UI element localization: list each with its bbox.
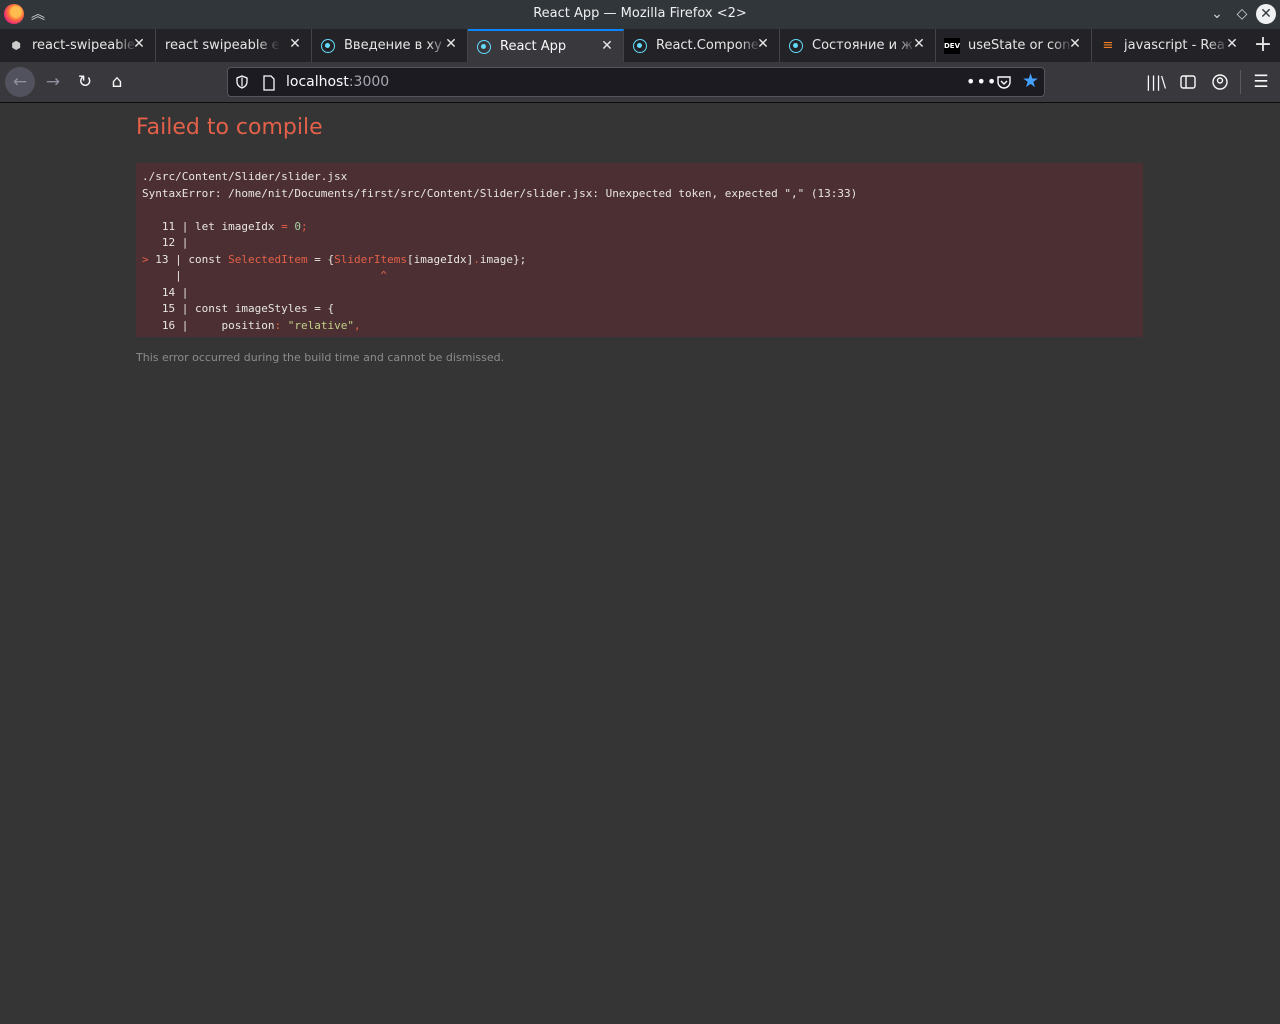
tab-label: javascript - Rea	[1124, 38, 1225, 53]
error-footnote: This error occurred during the build tim…	[136, 351, 505, 364]
arrow-left-icon: ←	[12, 72, 28, 92]
close-tab-icon[interactable]: ✕	[599, 38, 615, 54]
tab-strip: ⬢ react-swipeable ✕ react swipeable ex ✕…	[0, 29, 1280, 62]
tab-javascript[interactable]: ≡ javascript - Rea ✕	[1092, 29, 1248, 62]
account-button[interactable]	[1205, 67, 1235, 97]
window-titlebar: ︽ React App — Mozilla Firefox <2> ⌄ ◇ ✕	[0, 0, 1280, 29]
url-port: :3000	[348, 74, 390, 90]
code-line: 12 |	[161, 236, 189, 249]
pocket-icon[interactable]	[996, 74, 1012, 90]
error-message-line: SyntaxError: /home/nit/Documents/first/s…	[142, 186, 858, 200]
home-button[interactable]: ⌂	[102, 67, 132, 97]
code-line: 15 | const imageStyles = {	[161, 302, 335, 315]
react-icon	[477, 39, 491, 54]
close-tab-icon[interactable]: ✕	[443, 36, 459, 52]
url-host: localhost	[286, 74, 349, 90]
maximize-icon[interactable]: ◇	[1232, 4, 1252, 24]
library-icon: |||\	[1145, 73, 1167, 91]
forward-button[interactable]: →	[38, 67, 68, 97]
shield-icon[interactable]	[235, 75, 249, 89]
error-file-line: ./src/Content/Slider/slider.jsx	[142, 170, 348, 183]
close-tab-icon[interactable]: ✕	[1224, 36, 1240, 52]
sidebar-button[interactable]	[1173, 67, 1203, 97]
new-tab-icon[interactable]: +	[1248, 29, 1278, 62]
close-window-icon[interactable]: ✕	[1256, 4, 1276, 24]
code-line: 11 | let imageIdx = 0;	[161, 219, 308, 233]
code-line: 14 |	[161, 285, 189, 299]
page-actions-icon[interactable]: •••	[966, 72, 997, 91]
page-content: Failed to compile ./src/Content/Slider/s…	[0, 103, 1280, 1024]
tab-label: useState or con	[968, 38, 1071, 53]
navigation-toolbar: ← → ↻ ⌂ localhost:3000 ••• ★ |||\ ☰	[0, 62, 1280, 103]
close-tab-icon[interactable]: ✕	[131, 36, 147, 52]
dev-icon: DEV	[944, 37, 960, 54]
url-text[interactable]: localhost:3000	[286, 74, 389, 90]
react-icon	[633, 38, 647, 53]
tab-label: Состояние и ж	[812, 38, 913, 53]
code-line-highlighted: > 13 | const SelectedItem = {SliderItems…	[142, 252, 527, 266]
url-bar[interactable]: localhost:3000 ••• ★	[227, 67, 1045, 97]
minimize-icon[interactable]: ⌄	[1207, 4, 1227, 24]
tab-react-swipeable[interactable]: ⬢ react-swipeable ✕	[0, 29, 156, 62]
menu-button[interactable]: ☰	[1246, 67, 1276, 97]
tab-react-component[interactable]: React.Compone ✕	[624, 29, 780, 62]
account-icon	[1212, 74, 1228, 90]
tab-label: Введение в ху	[344, 38, 442, 53]
page-icon[interactable]	[262, 75, 276, 91]
back-button[interactable]: ←	[5, 67, 35, 97]
arrow-right-icon: →	[45, 72, 61, 92]
tab-usestate[interactable]: DEV useState or con ✕	[936, 29, 1092, 62]
error-code-box: ./src/Content/Slider/slider.jsx SyntaxEr…	[136, 163, 1143, 337]
library-button[interactable]: |||\	[1141, 67, 1171, 97]
home-icon: ⌂	[111, 72, 123, 92]
close-tab-icon[interactable]: ✕	[1067, 36, 1083, 52]
tab-intro-hooks[interactable]: Введение в ху ✕	[312, 29, 468, 62]
stackoverflow-icon: ≡	[1102, 38, 1114, 53]
tab-state-lifecycle[interactable]: Состояние и ж ✕	[780, 29, 936, 62]
bookmark-star-icon[interactable]: ★	[1022, 70, 1039, 92]
reload-button[interactable]: ↻	[70, 67, 100, 97]
window-title: React App — Mozilla Firefox <2>	[533, 6, 747, 21]
toolbar-separator	[1240, 70, 1241, 94]
close-tab-icon[interactable]: ✕	[755, 36, 771, 52]
tab-react-app[interactable]: React App ✕	[468, 29, 624, 62]
tab-label: React.Compone	[656, 38, 759, 53]
error-title: Failed to compile	[136, 115, 323, 140]
box-icon: ⬢	[11, 39, 21, 52]
caret-line: | ^	[142, 269, 388, 282]
tab-label: React App	[500, 39, 567, 54]
react-icon	[321, 38, 335, 53]
hamburger-menu-icon: ☰	[1253, 72, 1269, 92]
tab-label: react swipeable ex	[165, 38, 280, 53]
tab-react-swipeable-ex[interactable]: react swipeable ex ✕	[156, 29, 312, 62]
react-icon	[789, 38, 803, 53]
close-tab-icon[interactable]: ✕	[911, 36, 927, 52]
sidebar-icon	[1180, 75, 1196, 89]
reload-icon: ↻	[77, 72, 93, 92]
close-tab-icon[interactable]: ✕	[287, 36, 303, 52]
code-line: 16 | position: "relative",	[161, 318, 361, 332]
tab-label: react-swipeable	[32, 38, 136, 53]
